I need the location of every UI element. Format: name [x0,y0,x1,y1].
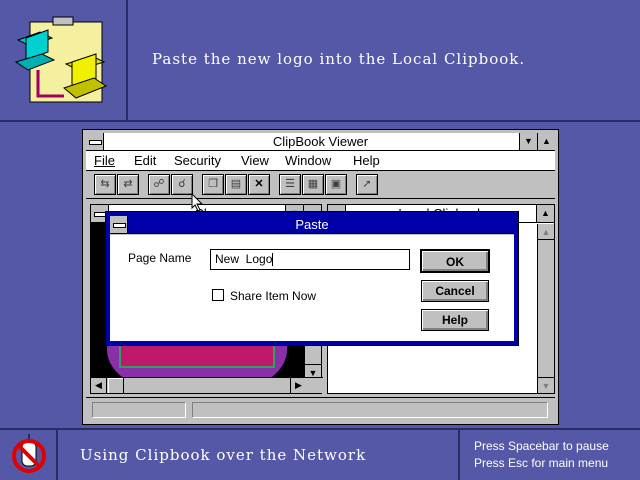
minimize-button[interactable]: ▼ [519,133,537,150]
disconnect-icon[interactable]: ⇄ [117,174,139,195]
share-icon[interactable]: ☍ [148,174,170,195]
keyboard-help: Press Spacebar to pause Press Esc for ma… [458,430,640,480]
share-item-label[interactable]: Share Item Now [230,289,316,303]
menu-bar: File Edit Security View Window Help [86,151,555,171]
clipbook-logo [0,0,128,122]
page-name-label: Page Name [128,251,192,265]
page-name-field[interactable]: New Logo [210,249,410,270]
paste-dialog[interactable]: Paste Page Name New Logo Share Item Now … [105,211,519,346]
menu-file[interactable]: File [94,151,115,170]
paste-icon[interactable]: ▤ [225,174,247,195]
status-pane-1 [92,402,186,418]
window-title: ClipBook Viewer [272,134,369,149]
connect-icon[interactable]: ⇆ [94,174,116,195]
right-child-maximize-button[interactable]: ▲ [536,205,554,222]
menu-view[interactable]: View [241,151,269,170]
menu-help[interactable]: Help [353,151,380,170]
paste-dialog-system-button[interactable] [110,216,128,233]
help-pointer-icon[interactable]: ➚ [356,174,378,195]
menu-window[interactable]: Window [285,151,331,170]
no-mouse-icon [0,430,58,480]
cancel-button[interactable]: Cancel [421,280,489,302]
ok-button[interactable]: OK [420,249,490,273]
delete-icon[interactable]: ✕ [248,174,270,195]
right-scroll-up-icon[interactable]: ▲ [538,224,554,240]
ok-label: OK [446,255,464,269]
stop-sharing-icon[interactable]: ☌ [171,174,193,195]
text-cursor [272,253,274,267]
scroll-thumb[interactable] [108,378,124,393]
toolbar: ⇆ ⇄ ☍ ☌ ❐ ▤ ✕ ☰ ▦ ▣ ➚ [86,172,555,199]
paste-dialog-title: Paste [295,217,329,232]
help-line-menu: Press Esc for main menu [474,456,609,470]
left-horizontal-scrollbar[interactable]: ◀ ▶ [91,377,323,393]
right-scroll-down-icon[interactable]: ▼ [538,377,554,393]
paste-dialog-titlebar[interactable]: Paste [110,216,514,234]
share-item-checkbox[interactable] [212,289,224,301]
status-bar [86,397,555,421]
window-titlebar[interactable]: ClipBook Viewer ▼ ▲ [86,133,555,151]
instruction-text: Paste the new logo into the Local Clipbo… [152,50,526,68]
top-banner: Paste the new logo into the Local Clipbo… [0,0,640,122]
prohibited-mouse-icon [12,434,46,473]
scroll-right-icon[interactable]: ▶ [290,378,306,393]
maximize-button[interactable]: ▲ [537,133,555,150]
system-menu-button[interactable] [86,133,104,150]
bottom-bar: Using Clipbook over the Network Press Sp… [0,428,640,480]
menu-security[interactable]: Security [174,151,221,170]
lesson-subtitle: Using Clipbook over the Network [80,446,367,464]
full-page-icon[interactable]: ▣ [325,174,347,195]
right-vertical-scrollbar[interactable]: ▲ ▼ [537,224,554,393]
page-name-value: New Logo [215,252,273,266]
help-line-pause: Press Spacebar to pause [474,439,609,453]
help-button[interactable]: Help [421,309,489,331]
logo-graphic-inner [119,342,275,368]
scroll-left-icon[interactable]: ◀ [91,378,107,393]
thumbnails-icon[interactable]: ▦ [302,174,324,195]
help-label: Help [441,313,468,327]
mouse-pointer-icon [191,193,204,212]
status-pane-2 [192,402,548,418]
cancel-label: Cancel [435,284,475,298]
paste-dialog-body: Page Name New Logo Share Item Now OK Can… [110,235,514,341]
menu-edit[interactable]: Edit [134,151,156,170]
table-of-contents-icon[interactable]: ☰ [279,174,301,195]
copy-icon[interactable]: ❐ [202,174,224,195]
networked-computers-icon [14,16,108,103]
